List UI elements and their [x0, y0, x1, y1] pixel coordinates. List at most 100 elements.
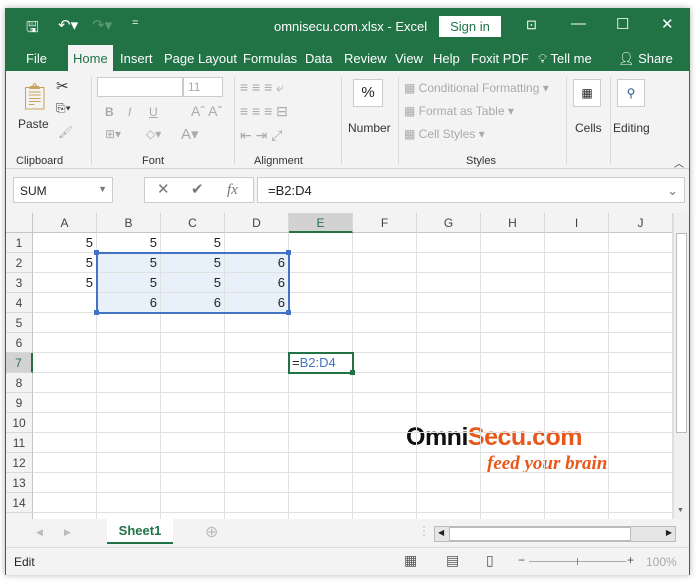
cell-B13[interactable] [97, 473, 161, 493]
ribbon-display-icon[interactable]: ⊡ [526, 17, 537, 33]
cell-F9[interactable] [353, 393, 417, 413]
tab-file[interactable]: File [26, 51, 47, 66]
cell-G10[interactable] [417, 413, 481, 433]
cell-D5[interactable] [225, 313, 289, 333]
column-header-E[interactable]: E [289, 213, 353, 233]
cell-E10[interactable] [289, 413, 353, 433]
cell-E1[interactable] [289, 233, 353, 253]
cell-D12[interactable] [225, 453, 289, 473]
cell-B1[interactable]: 5 [97, 233, 161, 253]
cell-E14[interactable] [289, 493, 353, 513]
row-header-12[interactable]: 12 [6, 453, 33, 473]
cell-C13[interactable] [161, 473, 225, 493]
range-resize-handle[interactable] [94, 310, 99, 315]
horizontal-scrollbar[interactable]: ◀ ▶ [434, 526, 676, 542]
row-header-6[interactable]: 6 [6, 333, 33, 353]
scroll-right-icon[interactable]: ▶ [666, 528, 672, 537]
cell-G5[interactable] [417, 313, 481, 333]
cell-I2[interactable] [545, 253, 609, 273]
cell-F2[interactable] [353, 253, 417, 273]
cell-C14[interactable] [161, 493, 225, 513]
column-header-F[interactable]: F [353, 213, 417, 233]
cell-I1[interactable] [545, 233, 609, 253]
sign-in-button[interactable]: Sign in [439, 16, 501, 37]
cells-button[interactable]: Cells [575, 121, 602, 135]
tab-formulas[interactable]: Formulas [243, 51, 297, 66]
row-header-7[interactable]: 7 [6, 353, 33, 373]
cell-C9[interactable] [161, 393, 225, 413]
cell-I5[interactable] [545, 313, 609, 333]
tab-home[interactable]: Home [68, 45, 113, 71]
cell-D13[interactable] [225, 473, 289, 493]
cell-D6[interactable] [225, 333, 289, 353]
cell-A5[interactable] [33, 313, 97, 333]
cell-G11[interactable] [417, 433, 481, 453]
cell-I7[interactable] [545, 353, 609, 373]
cell-H10[interactable] [481, 413, 545, 433]
customize-toolbar-icon[interactable]: = [132, 17, 138, 29]
cell-B8[interactable] [97, 373, 161, 393]
cell-A14[interactable] [33, 493, 97, 513]
next-sheet-icon[interactable]: ▶ [64, 527, 71, 538]
cell-A4[interactable] [33, 293, 97, 313]
prev-sheet-icon[interactable]: ◀ [36, 527, 43, 538]
cell-I8[interactable] [545, 373, 609, 393]
cell-B10[interactable] [97, 413, 161, 433]
tab-help[interactable]: Help [433, 51, 460, 66]
range-resize-handle[interactable] [286, 250, 291, 255]
cell-B7[interactable] [97, 353, 161, 373]
cell-I10[interactable] [545, 413, 609, 433]
cell-I6[interactable] [545, 333, 609, 353]
cell-E3[interactable] [289, 273, 353, 293]
cell-J2[interactable] [609, 253, 673, 273]
cell-A7[interactable] [33, 353, 97, 373]
cell-A9[interactable] [33, 393, 97, 413]
cell-E9[interactable] [289, 393, 353, 413]
cell-B12[interactable] [97, 453, 161, 473]
cell-A8[interactable] [33, 373, 97, 393]
column-header-A[interactable]: A [33, 213, 97, 233]
maximize-icon[interactable]: ☐ [616, 15, 629, 33]
cell-H2[interactable] [481, 253, 545, 273]
cell-D8[interactable] [225, 373, 289, 393]
bold-button[interactable]: B [105, 105, 114, 119]
column-header-D[interactable]: D [225, 213, 289, 233]
cancel-icon[interactable]: ✕ [157, 178, 170, 202]
cell-H4[interactable] [481, 293, 545, 313]
range-resize-handle[interactable] [94, 250, 99, 255]
cell-J7[interactable] [609, 353, 673, 373]
cell-G12[interactable] [417, 453, 481, 473]
formula-input[interactable]: =B2:D4 ⌄ [257, 177, 685, 203]
scroll-left-icon[interactable]: ◀ [438, 528, 444, 537]
cell-A3[interactable]: 5 [33, 273, 97, 293]
cell-D9[interactable] [225, 393, 289, 413]
tab-page-layout[interactable]: Page Layout [164, 51, 237, 66]
cut-icon[interactable]: ✂ [56, 77, 69, 95]
collapse-ribbon-icon[interactable]: ︿ [674, 155, 684, 170]
close-icon[interactable]: ✕ [661, 15, 674, 33]
tab-review[interactable]: Review [344, 51, 387, 66]
sheet-tab-sheet1[interactable]: Sheet1 [107, 519, 173, 544]
search-icon[interactable]: ⚲ [617, 79, 645, 107]
normal-view-icon[interactable]: ▦ [404, 552, 417, 569]
cell-G9[interactable] [417, 393, 481, 413]
cell-F12[interactable] [353, 453, 417, 473]
cell-D1[interactable] [225, 233, 289, 253]
column-header-C[interactable]: C [161, 213, 225, 233]
column-header-J[interactable]: J [609, 213, 673, 233]
cell-F8[interactable] [353, 373, 417, 393]
percent-icon[interactable]: % [353, 79, 383, 107]
row-header-9[interactable]: 9 [6, 393, 33, 413]
cell-A6[interactable] [33, 333, 97, 353]
cell-J14[interactable] [609, 493, 673, 513]
cell-I4[interactable] [545, 293, 609, 313]
zoom-out-button[interactable]: − [518, 553, 525, 567]
cell-J9[interactable] [609, 393, 673, 413]
cell-F4[interactable] [353, 293, 417, 313]
tell-me[interactable]: 💡︎ Tell me [538, 51, 592, 67]
insert-function-icon[interactable]: fx [227, 178, 238, 202]
row-header-1[interactable]: 1 [6, 233, 33, 253]
cell-G4[interactable] [417, 293, 481, 313]
cell-A2[interactable]: 5 [33, 253, 97, 273]
cell-G14[interactable] [417, 493, 481, 513]
